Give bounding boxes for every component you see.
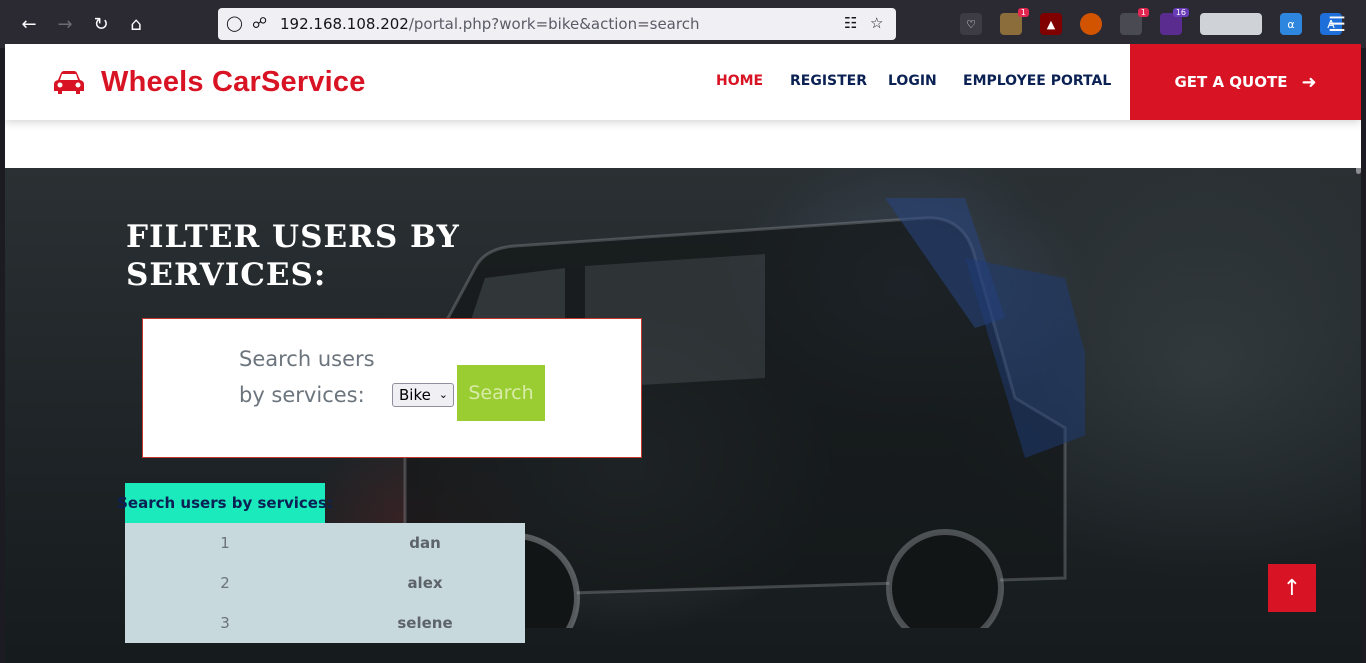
home-icon[interactable]: ⌂ [122, 10, 150, 38]
table-row: 1 dan [125, 523, 525, 563]
table-row: 3 selene [125, 603, 525, 643]
nav-login[interactable]: LOGIN [888, 73, 937, 89]
results-body: 1 dan 2 alex 3 selene [125, 523, 525, 643]
browser-toolbar: ← → ↻ ⌂ ◯ ☍ 192.168.108.202/portal.php?w… [0, 0, 1366, 48]
translate-icon[interactable]: ☷ [844, 14, 857, 32]
nav-home[interactable]: HOME [716, 73, 763, 89]
extension-icon[interactable]: 1 [1000, 8, 1029, 35]
brand[interactable]: Wheels CarService [53, 66, 366, 99]
translate-extension-icon[interactable]: α [1280, 13, 1302, 35]
extension-badge: 1 [1137, 8, 1149, 17]
profile-art-icon[interactable] [1200, 13, 1262, 35]
pocket-icon[interactable]: ♡ [960, 13, 982, 35]
back-icon[interactable]: ← [15, 10, 43, 38]
extension-icon[interactable]: 1 [1120, 8, 1149, 35]
row-name: selene [397, 614, 453, 632]
search-form: Search users by services: Bike ⌄ Search [142, 318, 642, 458]
arrow-up-icon: ↑ [1282, 575, 1302, 601]
url-path: /portal.php?work=bike&action=search [408, 15, 700, 33]
results-table: Search users by services: 1 dan 2 alex 3… [117, 483, 525, 643]
ublock-icon[interactable]: ▲ [1040, 13, 1062, 35]
arrow-right-icon: ➜ [1301, 71, 1317, 93]
row-name: dan [409, 534, 441, 552]
search-button[interactable]: Search [457, 365, 545, 421]
extension-badge: 16 [1172, 8, 1189, 17]
back-to-top-button[interactable]: ↑ [1268, 564, 1316, 612]
bookmark-star-icon[interactable]: ☆ [870, 14, 883, 32]
forward-icon[interactable]: → [51, 10, 79, 38]
get-a-quote-button[interactable]: GET A QUOTE ➜ [1130, 44, 1361, 120]
service-select[interactable]: Bike ⌄ [392, 383, 454, 407]
url-bar[interactable]: ◯ ☍ 192.168.108.202/portal.php?work=bike… [218, 8, 896, 40]
row-id: 2 [220, 574, 230, 592]
page-title: FILTER USERS BY SERVICES: [126, 219, 460, 293]
extension-icon[interactable]: 16 [1160, 8, 1189, 35]
header-spacer [5, 120, 1361, 168]
web-page: Wheels CarService HOME REGISTER LOGIN EM… [5, 44, 1361, 663]
reload-icon[interactable]: ↻ [87, 10, 115, 38]
row-id: 1 [220, 534, 230, 552]
row-name: alex [407, 574, 443, 592]
table-row: 2 alex [125, 563, 525, 603]
nav-employee-portal[interactable]: EMPLOYEE PORTAL [963, 73, 1111, 89]
shield-icon[interactable]: ◯ [226, 14, 243, 32]
car-icon [54, 70, 84, 94]
nav-register[interactable]: REGISTER [790, 73, 867, 89]
extension-icon[interactable] [1080, 13, 1102, 35]
row-id: 3 [220, 614, 230, 632]
chevron-down-icon: ⌄ [438, 388, 448, 401]
results-header: Search users by services: [117, 483, 333, 523]
url-text[interactable]: 192.168.108.202/portal.php?work=bike&act… [280, 15, 699, 33]
brand-name: Wheels CarService [101, 66, 366, 98]
hamburger-menu-icon[interactable]: ☰ [1328, 12, 1346, 36]
site-header: Wheels CarService HOME REGISTER LOGIN EM… [5, 44, 1361, 120]
url-host: 192.168.108.202 [280, 15, 409, 33]
service-select-value: Bike [399, 386, 431, 404]
extensions-area: ♡ 1 ▲ 1 16 α A [960, 8, 1360, 40]
search-label: Search users by services: [239, 347, 375, 407]
extension-badge: 1 [1017, 8, 1029, 17]
insecure-lock-icon[interactable]: ☍ [252, 14, 267, 32]
quote-label: GET A QUOTE [1174, 73, 1288, 91]
